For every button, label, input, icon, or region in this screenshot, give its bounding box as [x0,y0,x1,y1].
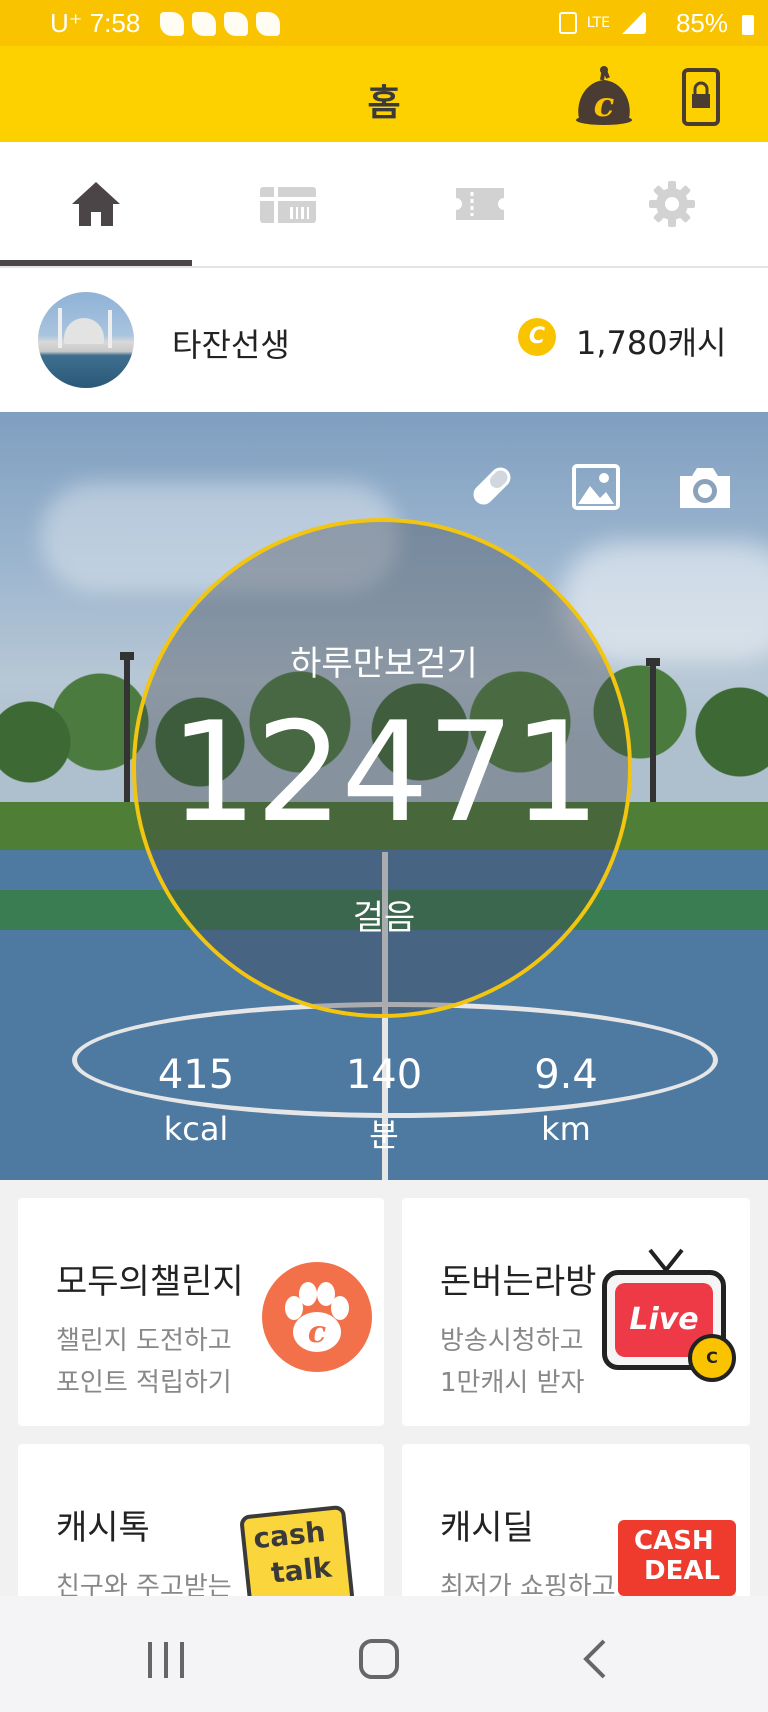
card-cashtalk[interactable]: 캐시톡 친구와 주고받는 cash talk [18,1444,384,1604]
card-challenge[interactable]: 모두의챌린지 챌린지 도전하고 포인트 적립하기 c [18,1198,384,1426]
goal-label: 하루만보걷기 [290,644,478,684]
coin-icon: C [688,1334,736,1382]
tab-bar [0,142,768,268]
camera-icon [680,468,730,508]
card-subtitle: 챌린지 도전하고 포인트 적립하기 [56,1326,232,1398]
notification-icon [256,12,280,36]
phone-lock-icon [682,68,720,126]
notification-icons [160,12,280,36]
home-icon [72,182,120,226]
status-bar: U⁺ 7:58 LTE 85% [0,0,768,46]
home-button[interactable] [358,1638,400,1684]
nfc-icon [558,12,577,34]
card-title: 캐시톡 [56,1508,150,1548]
username: 타잔선생 [172,326,290,364]
stat-unit: 분 [369,1116,399,1154]
step-count: 12471 [169,692,601,853]
logo-text: cash [251,1514,327,1556]
lock-screen-button[interactable] [682,68,720,126]
notification-icon [160,12,184,36]
cash-coin-icon: C [518,318,556,356]
image-icon [572,464,620,510]
stat-calories: 415 kcal [106,1052,286,1148]
avatar[interactable] [38,292,134,388]
back-icon [583,1639,606,1679]
battery-icon [742,15,754,35]
cashtalk-logo: cash talk [239,1504,355,1604]
gallery-button[interactable] [572,464,620,514]
pill-button[interactable] [466,460,518,516]
stat-minutes: 140 분 [294,1052,474,1156]
lte-icon: LTE [586,15,610,31]
cashdeal-logo: CASH DEAL [618,1520,736,1596]
stat-value: 415 [157,1052,235,1098]
tab-home[interactable] [0,142,192,266]
card-live[interactable]: 돈버는라방 방송시청하고 1만캐시 받자 Live C [402,1198,750,1426]
stat-value: 9.4 [534,1052,598,1098]
camera-button[interactable] [676,464,734,516]
ticket-icon [456,188,504,220]
status-time: U⁺ 7:58 [50,8,141,38]
gift-card-icon [260,187,316,223]
tab-coupon[interactable] [384,142,576,266]
recent-apps-button[interactable] [134,1640,198,1684]
recent-apps-icon [148,1642,184,1678]
stat-unit: km [541,1110,591,1148]
system-nav-bar [0,1596,768,1712]
paw-coin-icon: c [262,1262,372,1372]
cash-bag-icon: c [576,66,632,125]
stat-distance: 9.4 km [476,1052,656,1148]
tab-indicator [0,260,192,266]
logo-text: talk [269,1550,334,1590]
notification-icon [192,12,216,36]
card-title: 캐시딜 [440,1508,534,1548]
pill-icon [473,467,511,505]
notification-icon [224,12,248,36]
app-header: 홈 c [0,46,768,142]
card-title: 모두의챌린지 [56,1262,244,1302]
tab-cash-ticket[interactable] [192,142,384,266]
status-icons: LTE [558,12,646,34]
card-title: 돈버는라방 [440,1262,597,1302]
logo-text: CASH [634,1526,714,1556]
battery-percent: 85% [675,8,728,38]
stat-unit: kcal [163,1110,229,1148]
svg-text:c: c [594,85,615,125]
walk-hero: 하루만보걷기 12471 걸음 415 kcal 140 분 9.4 km [0,412,768,1180]
svg-text:c: c [308,1315,326,1350]
stat-value: 140 [345,1052,423,1098]
card-subtitle: 방송시청하고 1만캐시 받자 [440,1326,585,1398]
tab-settings[interactable] [576,142,768,266]
signal-icon [620,12,646,34]
cash-balance[interactable]: 1,780캐시 [576,318,727,364]
back-button[interactable] [580,1638,610,1684]
gear-icon [649,181,695,227]
page-title: 홈 [367,83,401,124]
step-unit: 걸음 [352,898,416,938]
home-circle-icon [359,1639,399,1679]
card-cashdeal[interactable]: 캐시딜 최저가 쇼핑하고 CASH DEAL [402,1444,750,1604]
cash-bag-button[interactable]: c [572,64,636,126]
logo-text: DEAL [644,1556,721,1586]
profile-row[interactable]: 타잔선생 C 1,780캐시 [0,268,768,412]
